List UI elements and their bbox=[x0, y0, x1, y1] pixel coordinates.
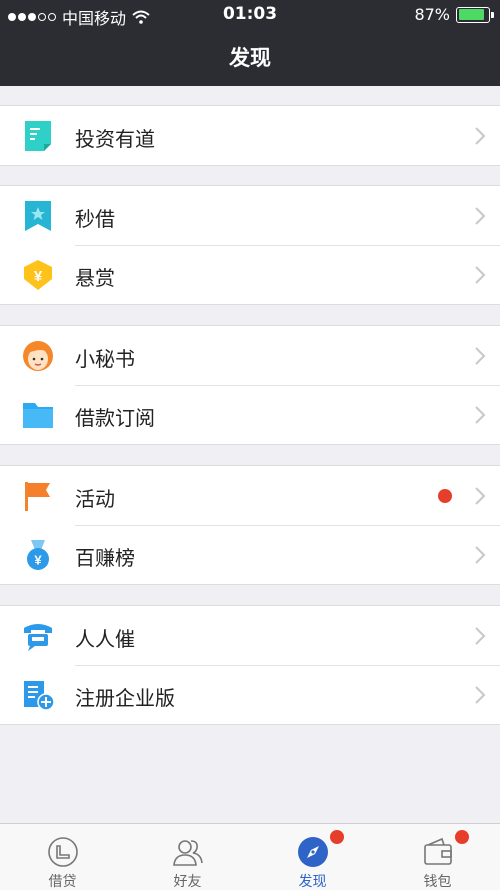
menu-item-label: 投资有道 bbox=[75, 127, 155, 151]
menu-item-ranking[interactable]: ¥ 百赚榜 bbox=[0, 525, 500, 584]
page-title: 发现 bbox=[229, 46, 271, 70]
menu-group-5: 人人催 注册企业版 bbox=[0, 605, 500, 725]
menu-item-label: 小秘书 bbox=[75, 347, 135, 371]
menu-item-loan-subscription[interactable]: 借款订阅 bbox=[0, 385, 500, 444]
enterprise-add-icon bbox=[24, 681, 54, 711]
wallet-icon bbox=[424, 837, 452, 865]
secretary-avatar-icon bbox=[23, 341, 53, 371]
menu-item-label: 秒借 bbox=[75, 207, 115, 231]
notification-dot bbox=[438, 489, 452, 503]
battery-icon bbox=[456, 6, 494, 23]
chevron-right-icon bbox=[475, 487, 486, 505]
friends-icon bbox=[173, 840, 203, 866]
battery-percent: 87% bbox=[414, 5, 450, 24]
compass-icon bbox=[298, 837, 328, 867]
menu-item-label: 借款订阅 bbox=[75, 406, 155, 430]
chevron-right-icon bbox=[475, 266, 486, 284]
tab-label: 钱包 bbox=[423, 874, 452, 890]
tab-label: 好友 bbox=[173, 874, 202, 890]
menu-item-label: 活动 bbox=[75, 487, 115, 511]
menu-item-label: 人人催 bbox=[75, 627, 135, 651]
chevron-right-icon bbox=[475, 627, 486, 645]
chevron-right-icon bbox=[475, 406, 486, 424]
menu-item-collection[interactable]: 人人催 bbox=[0, 606, 500, 665]
status-bar: 中国移动 01:03 87% bbox=[0, 0, 500, 30]
chevron-right-icon bbox=[475, 207, 486, 225]
tab-label: 发现 bbox=[298, 874, 327, 890]
tab-wallet[interactable]: 钱包 bbox=[375, 824, 500, 890]
chevron-right-icon bbox=[475, 127, 486, 145]
top-bar: 中国移动 01:03 87% 发现 bbox=[0, 0, 500, 86]
tab-label: 借贷 bbox=[48, 874, 77, 890]
flag-icon bbox=[25, 482, 50, 511]
menu-item-enterprise[interactable]: 注册企业版 bbox=[0, 665, 500, 724]
menu-group-4: 活动 ¥ 百赚榜 bbox=[0, 465, 500, 585]
chevron-right-icon bbox=[475, 347, 486, 365]
chevron-right-icon bbox=[475, 546, 486, 564]
folder-icon bbox=[23, 403, 53, 428]
document-icon bbox=[25, 121, 51, 151]
loan-icon bbox=[48, 837, 78, 867]
bookmark-star-icon bbox=[25, 201, 51, 231]
menu-group-2: 秒借 ¥ 悬赏 bbox=[0, 185, 500, 305]
telephone-icon bbox=[24, 624, 52, 651]
menu-item-quick-loan[interactable]: 秒借 bbox=[0, 186, 500, 245]
menu-group-1: 投资有道 bbox=[0, 105, 500, 166]
yen-medal-icon: ¥ bbox=[27, 540, 49, 570]
menu-item-secretary[interactable]: 小秘书 bbox=[0, 326, 500, 385]
notification-badge bbox=[330, 830, 344, 844]
tab-loans[interactable]: 借贷 bbox=[0, 824, 125, 890]
menu-item-label: 百赚榜 bbox=[75, 546, 135, 570]
menu-item-activity[interactable]: 活动 bbox=[0, 466, 500, 525]
svg-text:¥: ¥ bbox=[34, 268, 43, 285]
menu-item-label: 悬赏 bbox=[75, 266, 115, 290]
tab-discover[interactable]: 发现 bbox=[250, 824, 375, 890]
notification-badge bbox=[455, 830, 469, 844]
svg-text:¥: ¥ bbox=[34, 553, 42, 568]
menu-item-invest[interactable]: 投资有道 bbox=[0, 106, 500, 165]
menu-group-3: 小秘书 借款订阅 bbox=[0, 325, 500, 445]
menu-item-reward[interactable]: ¥ 悬赏 bbox=[0, 245, 500, 304]
tab-bar: 借贷 好友 发现 钱包 bbox=[0, 823, 500, 890]
tab-friends[interactable]: 好友 bbox=[125, 824, 250, 890]
menu-item-label: 注册企业版 bbox=[75, 686, 175, 710]
chevron-right-icon bbox=[475, 686, 486, 704]
yen-shield-icon: ¥ bbox=[24, 260, 52, 290]
